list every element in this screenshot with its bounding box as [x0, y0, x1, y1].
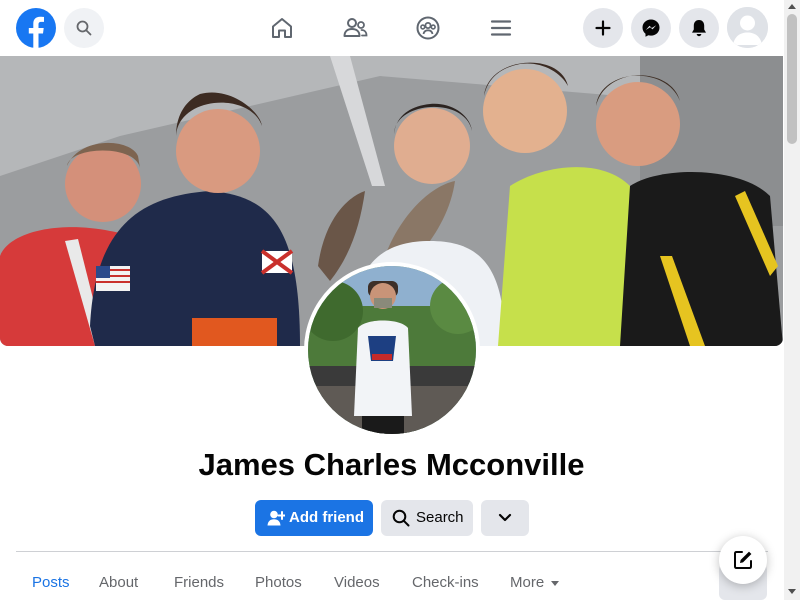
vertical-scrollbar[interactable]: [784, 0, 800, 600]
create-button[interactable]: [583, 8, 623, 48]
tab-more-label: More: [510, 574, 545, 591]
groups-icon: [416, 16, 440, 40]
search-icon: [392, 509, 410, 527]
scroll-up-arrow-icon[interactable]: [788, 4, 796, 9]
new-message-button[interactable]: [719, 536, 767, 584]
add-friend-label: Add friend: [289, 509, 364, 526]
search-profile-button[interactable]: Search: [381, 500, 473, 536]
tab-about[interactable]: About: [99, 573, 138, 593]
scroll-thumb[interactable]: [787, 14, 797, 144]
caret-down-icon: [551, 580, 560, 586]
nav-home[interactable]: [264, 10, 300, 46]
bell-icon: [692, 20, 706, 37]
nav-groups[interactable]: [410, 10, 446, 46]
search-button[interactable]: [64, 8, 104, 48]
avatar-icon: [727, 7, 768, 48]
tab-posts[interactable]: Posts: [32, 573, 70, 593]
compose-icon: [734, 551, 752, 569]
divider: [16, 551, 768, 552]
tab-photos[interactable]: Photos: [255, 573, 302, 593]
tab-check-ins[interactable]: Check-ins: [412, 573, 479, 593]
add-friend-icon: [267, 510, 285, 526]
top-navigation-bar: [0, 0, 784, 56]
plus-icon: [595, 20, 611, 36]
home-icon: [272, 18, 292, 38]
account-avatar[interactable]: [727, 7, 768, 48]
search-label: Search: [416, 509, 464, 526]
menu-icon: [490, 20, 512, 36]
messenger-button[interactable]: [631, 8, 671, 48]
nav-menu[interactable]: [483, 10, 519, 46]
profile-page: James Charles Mcconville Add friend Sear…: [0, 0, 800, 600]
facebook-logo-icon[interactable]: [16, 8, 56, 48]
add-friend-button[interactable]: Add friend: [255, 500, 373, 536]
chevron-down-icon: [498, 513, 512, 522]
nav-friends[interactable]: [337, 10, 373, 46]
profile-name: James Charles Mcconville: [198, 447, 585, 482]
more-actions-button[interactable]: [481, 500, 529, 536]
search-icon: [76, 20, 92, 36]
scroll-down-arrow-icon[interactable]: [788, 589, 796, 594]
tab-friends[interactable]: Friends: [174, 573, 224, 593]
messenger-icon: [642, 19, 660, 37]
profile-picture[interactable]: [304, 262, 480, 438]
tab-more[interactable]: More: [510, 573, 560, 593]
notifications-button[interactable]: [679, 8, 719, 48]
tab-videos[interactable]: Videos: [334, 573, 380, 593]
friends-icon: [343, 18, 368, 37]
